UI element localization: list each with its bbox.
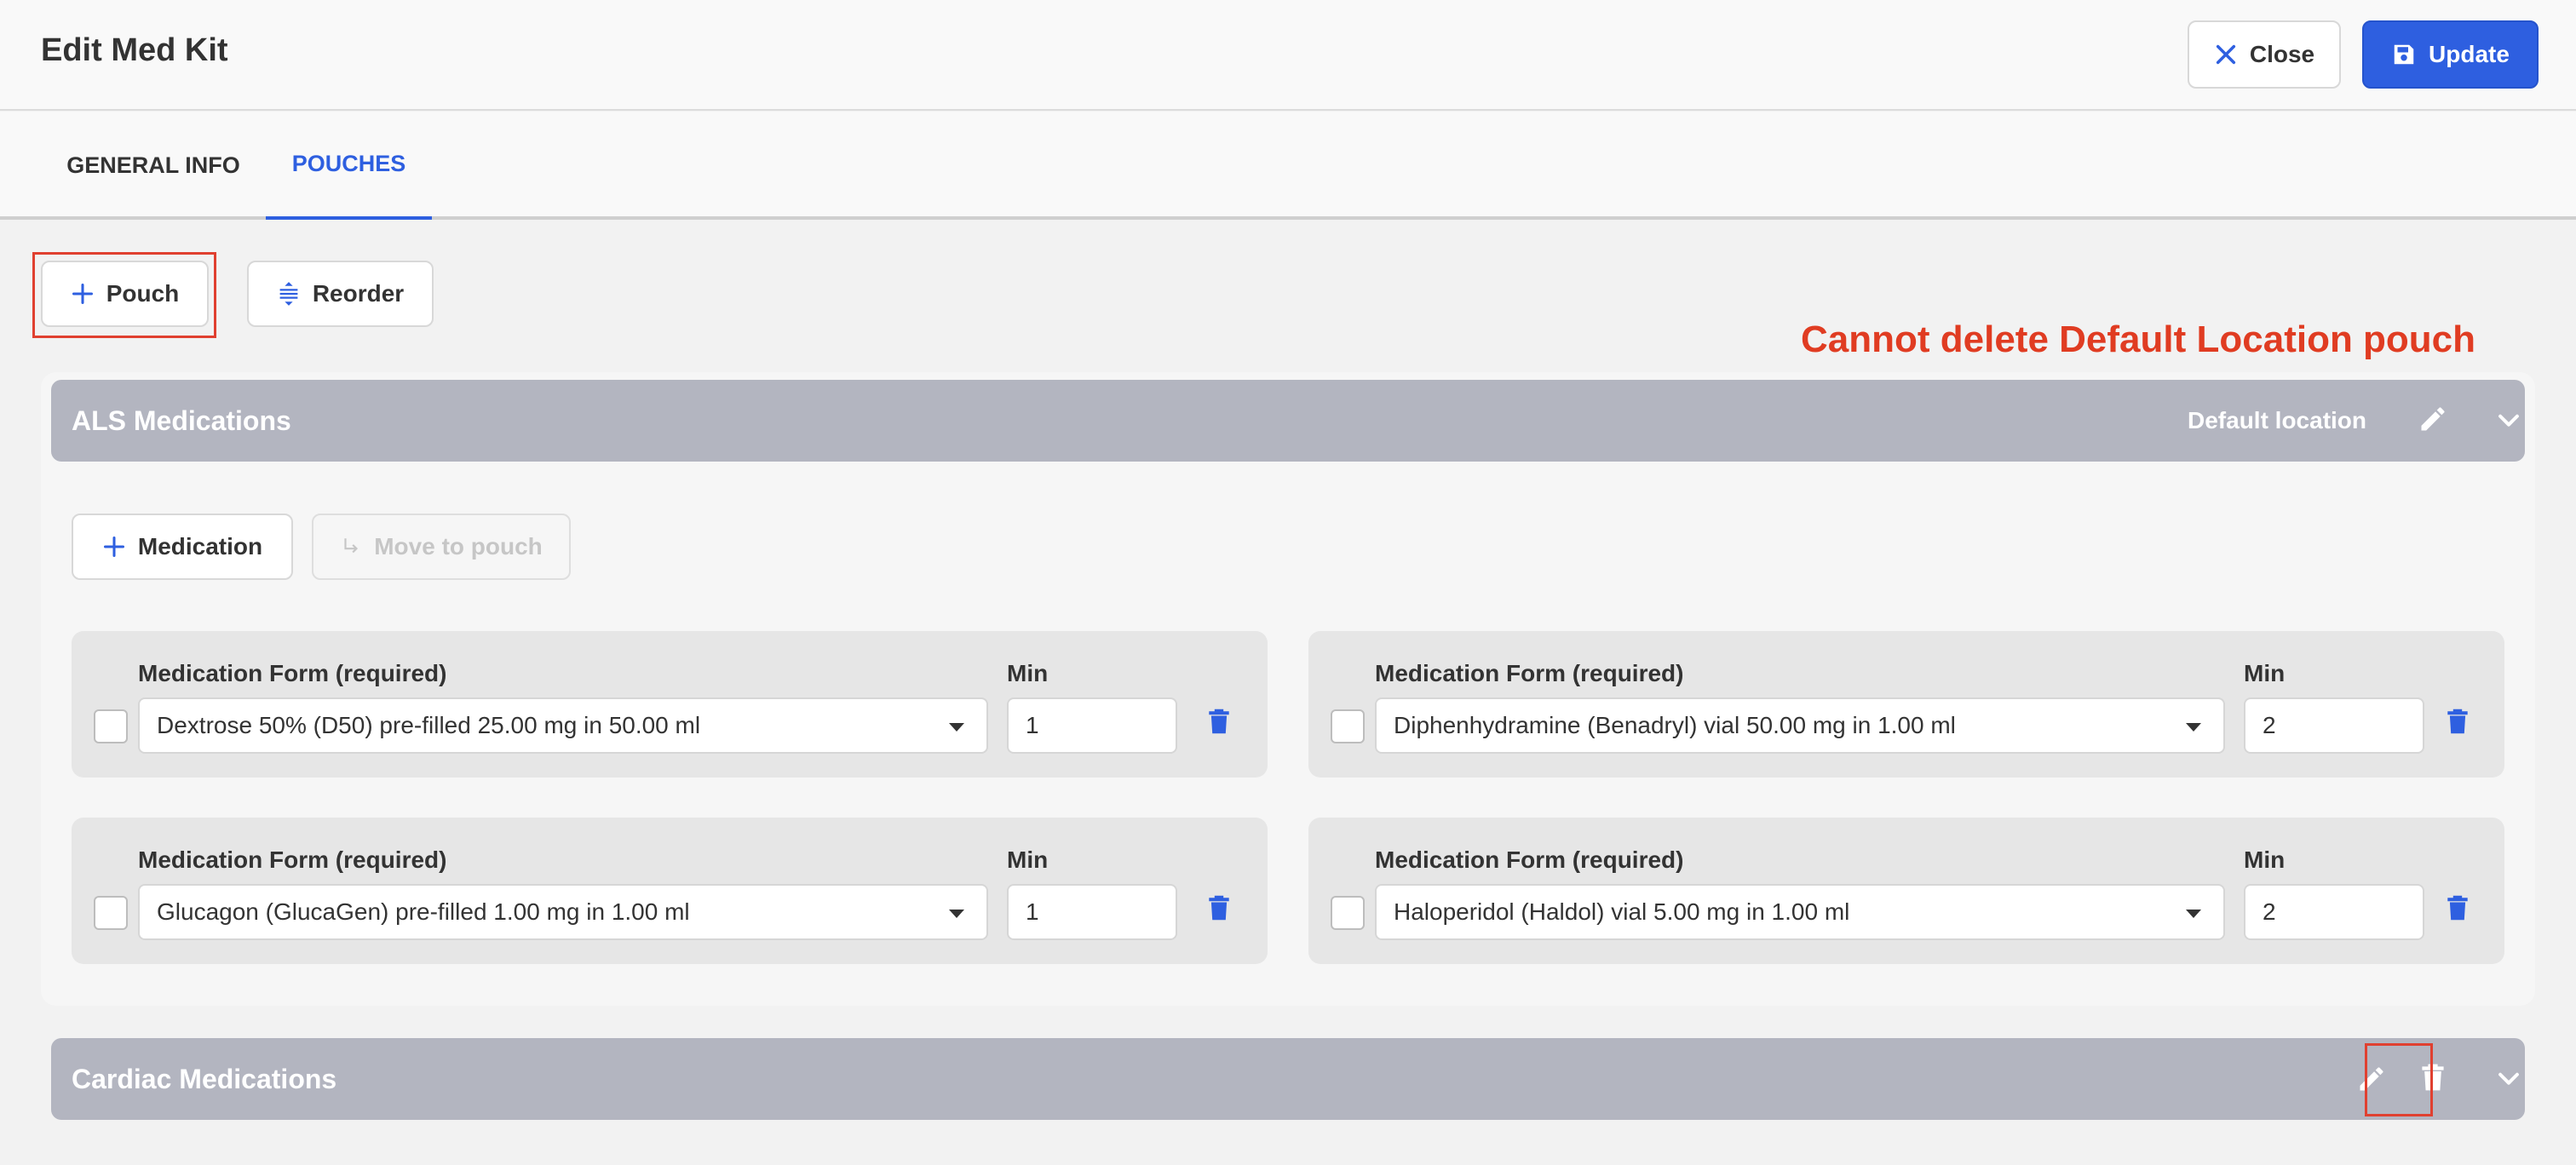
medication-form-label: Medication Form (required) bbox=[1375, 660, 1684, 686]
reorder-icon bbox=[279, 282, 298, 306]
medication-form-label: Medication Form (required) bbox=[1375, 846, 1684, 873]
update-label: Update bbox=[2429, 41, 2510, 67]
medication-checkbox[interactable] bbox=[1331, 896, 1365, 930]
annotation-note: Cannot delete Default Location pouch bbox=[1801, 319, 2476, 360]
medication-form-label: Medication Form (required) bbox=[138, 846, 447, 873]
min-input[interactable]: 1 bbox=[1007, 697, 1177, 754]
tab-pouches[interactable]: POUCHES bbox=[266, 112, 432, 220]
delete-pouch-highlight bbox=[2365, 1043, 2433, 1116]
min-input[interactable]: 2 bbox=[2244, 697, 2424, 754]
trash-icon bbox=[2447, 895, 2468, 921]
move-to-pouch-label: Move to pouch bbox=[374, 533, 543, 560]
add-medication-button[interactable]: Medication bbox=[72, 514, 293, 580]
save-icon bbox=[2394, 44, 2414, 65]
pouch-header[interactable]: ALS Medications Default location bbox=[51, 380, 2525, 462]
close-label: Close bbox=[2249, 41, 2315, 67]
caret-down-icon bbox=[2186, 723, 2201, 732]
update-button[interactable]: Update bbox=[2362, 20, 2539, 89]
medication-form-select[interactable]: Diphenhydramine (Benadryl) vial 50.00 mg… bbox=[1375, 697, 2225, 754]
add-medication-label: Medication bbox=[137, 533, 263, 560]
reorder-button[interactable]: Reorder bbox=[247, 261, 434, 327]
tab-general-info[interactable]: GENERAL INFO bbox=[41, 112, 266, 220]
expand-pouch-button[interactable] bbox=[2494, 405, 2523, 434]
medication-form-select[interactable]: Dextrose 50% (D50) pre-filled 25.00 mg i… bbox=[138, 697, 988, 754]
edit-pouch-button[interactable] bbox=[2418, 404, 2448, 434]
page-title: Edit Med Kit bbox=[41, 32, 228, 68]
medication-form-label: Medication Form (required) bbox=[138, 660, 447, 686]
reorder-label: Reorder bbox=[312, 280, 405, 307]
min-label: Min bbox=[2244, 660, 2286, 686]
min-input[interactable]: 1 bbox=[1007, 884, 1177, 940]
tab-bar: GENERAL INFO POUCHES bbox=[0, 112, 2576, 220]
medication-row: Medication Form (required) Min Haloperid… bbox=[1308, 818, 2504, 964]
trash-icon bbox=[1209, 709, 1229, 734]
delete-medication-button[interactable] bbox=[2447, 894, 2469, 926]
medication-checkbox[interactable] bbox=[94, 709, 128, 743]
medication-row: Medication Form (required) Min Diphenhyd… bbox=[1308, 631, 2504, 778]
trash-icon bbox=[1209, 895, 1229, 921]
plus-icon bbox=[103, 536, 124, 558]
expand-pouch-button[interactable] bbox=[2494, 1064, 2523, 1093]
medication-checkbox[interactable] bbox=[1331, 709, 1365, 743]
min-label: Min bbox=[1007, 846, 1049, 873]
min-label: Min bbox=[1007, 660, 1049, 686]
medication-form-value: Glucagon (GlucaGen) pre-filled 1.00 mg i… bbox=[157, 898, 690, 925]
pouch-name: ALS Medications bbox=[72, 405, 291, 436]
pouch-name: Cardiac Medications bbox=[72, 1064, 337, 1094]
close-icon bbox=[2216, 44, 2235, 65]
move-to-pouch-button[interactable]: Move to pouch bbox=[312, 514, 571, 580]
min-label: Min bbox=[2244, 846, 2286, 873]
pouch-button-highlight bbox=[32, 252, 216, 338]
trash-icon bbox=[2447, 709, 2468, 734]
delete-medication-button[interactable] bbox=[1208, 894, 1230, 926]
medication-row: Medication Form (required) Min Dextrose … bbox=[72, 631, 1268, 778]
caret-down-icon bbox=[949, 910, 964, 918]
delete-medication-button[interactable] bbox=[2447, 708, 2469, 739]
medication-form-select[interactable]: Haloperidol (Haldol) vial 5.00 mg in 1.0… bbox=[1375, 884, 2225, 940]
pencil-icon bbox=[2421, 407, 2445, 431]
chevron-down-icon bbox=[2498, 414, 2519, 427]
top-bar: Edit Med Kit Close Update bbox=[0, 0, 2576, 111]
pouch-header[interactable]: Cardiac Medications bbox=[51, 1038, 2525, 1120]
delete-medication-button[interactable] bbox=[1208, 708, 1230, 739]
medication-form-select[interactable]: Glucagon (GlucaGen) pre-filled 1.00 mg i… bbox=[138, 884, 988, 940]
medication-checkbox[interactable] bbox=[94, 896, 128, 930]
medication-form-value: Haloperidol (Haldol) vial 5.00 mg in 1.0… bbox=[1394, 898, 1850, 925]
close-button[interactable]: Close bbox=[2188, 20, 2341, 89]
min-input[interactable]: 2 bbox=[2244, 884, 2424, 940]
medication-form-value: Dextrose 50% (D50) pre-filled 25.00 mg i… bbox=[157, 712, 701, 738]
caret-down-icon bbox=[949, 723, 964, 732]
medication-row: Medication Form (required) Min Glucagon … bbox=[72, 818, 1268, 964]
medication-form-value: Diphenhydramine (Benadryl) vial 50.00 mg… bbox=[1394, 712, 1956, 738]
caret-down-icon bbox=[2186, 910, 2201, 918]
default-location-label: Default location bbox=[2188, 407, 2367, 433]
chevron-down-icon bbox=[2498, 1072, 2519, 1085]
subdirectory-arrow-icon bbox=[344, 538, 359, 554]
